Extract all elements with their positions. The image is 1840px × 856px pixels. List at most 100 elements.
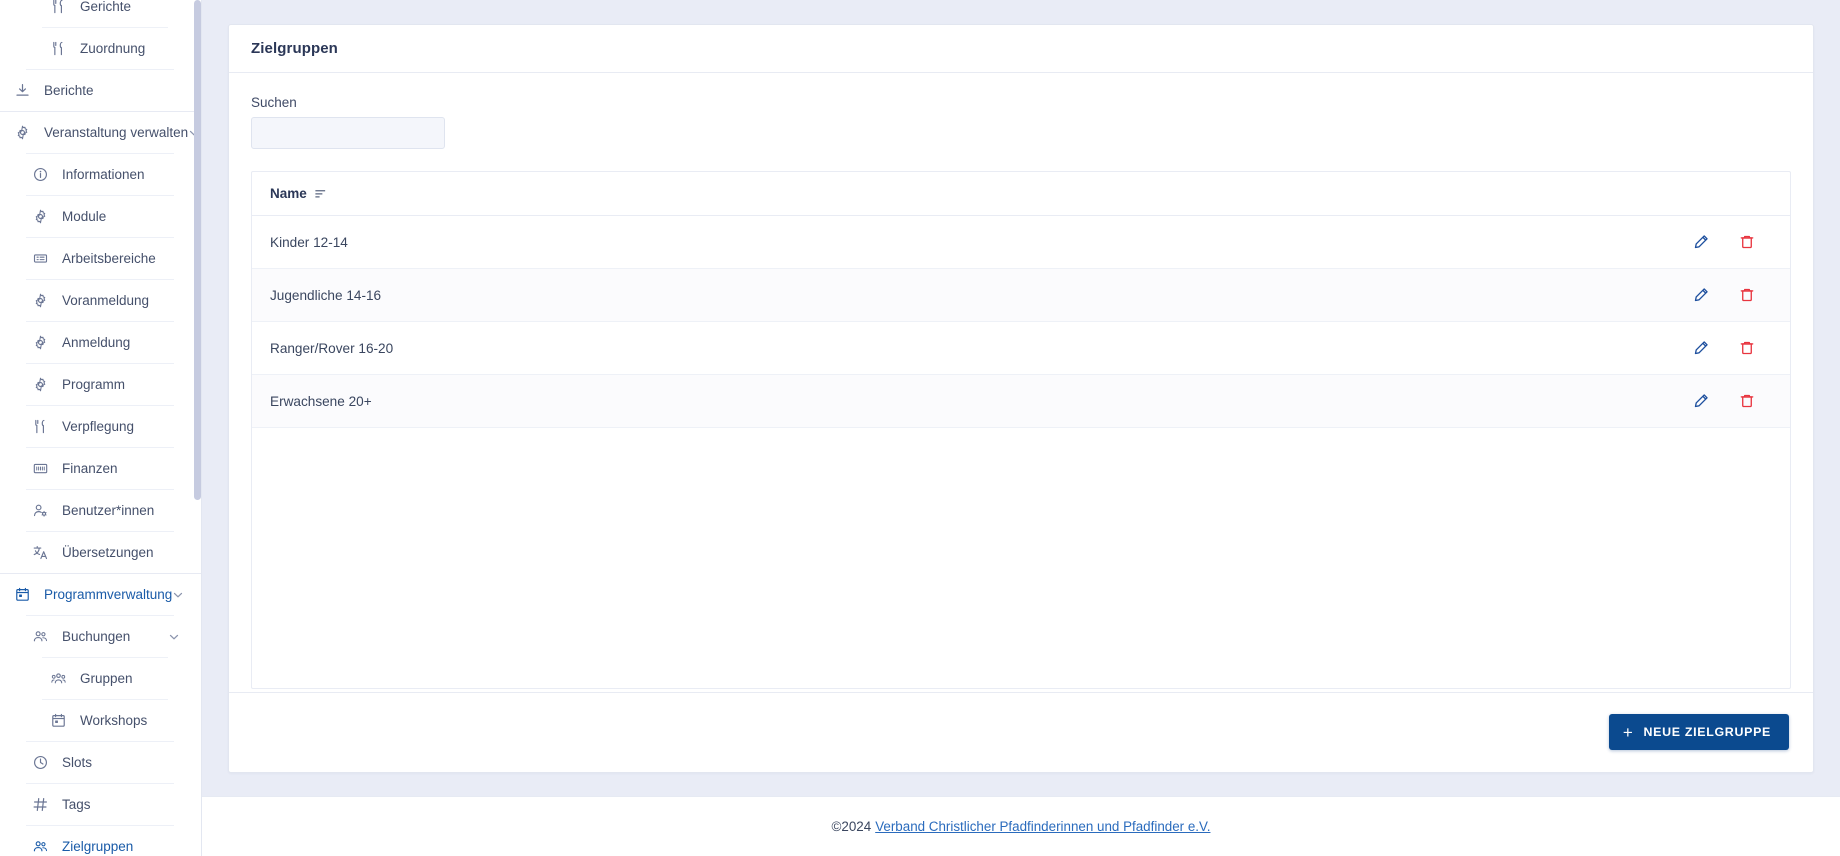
trash-icon xyxy=(1739,340,1755,356)
gear-icon xyxy=(32,208,49,225)
sidebar-item-label: Gerichte xyxy=(80,0,132,14)
sidebar-item-label: Benutzer*innen xyxy=(62,503,155,518)
calendar-icon xyxy=(14,586,31,603)
table-row[interactable]: Kinder 12-14 xyxy=(252,216,1790,269)
gear-icon xyxy=(32,292,49,309)
sidebar-item-programmverwaltung[interactable]: Programmverwaltung xyxy=(0,574,201,615)
sidebar-item-label: Gruppen xyxy=(80,671,133,686)
delete-row-button[interactable] xyxy=(1724,333,1770,363)
people-icon xyxy=(32,628,49,645)
pencil-icon xyxy=(1693,287,1709,303)
page-footer: ©2024 Verband Christlicher Pfadfinderinn… xyxy=(202,796,1840,856)
row-actions xyxy=(1678,280,1770,310)
footer-org-link[interactable]: Verband Christlicher Pfadfinderinnen und… xyxy=(875,819,1210,834)
plus-icon: + xyxy=(1622,722,1634,742)
trash-icon xyxy=(1739,234,1755,250)
sidebar-scroll-region: Gerichte Zuordnung Berichte Veranstaltung v… xyxy=(0,0,201,856)
row-actions xyxy=(1678,333,1770,363)
sidebar-item-label: Workshops xyxy=(80,713,148,728)
cell-name: Kinder 12-14 xyxy=(270,234,348,250)
footer-spacer xyxy=(228,773,1814,796)
sidebar-item-zielgruppen[interactable]: Zielgruppen xyxy=(0,826,201,856)
hash-icon xyxy=(32,796,49,813)
app-root: Gerichte Zuordnung Berichte Veranstaltung v… xyxy=(0,0,1840,856)
sidebar: Gerichte Zuordnung Berichte Veranstaltung v… xyxy=(0,0,202,856)
sidebar-item-zuordnung[interactable]: Zuordnung xyxy=(0,28,201,69)
chevron-down-icon[interactable] xyxy=(172,589,184,601)
pencil-icon xyxy=(1693,340,1709,356)
sidebar-item-label: Tags xyxy=(62,797,91,812)
delete-row-button[interactable] xyxy=(1724,227,1770,257)
sidebar-scrollbar-thumb[interactable] xyxy=(194,0,201,500)
sidebar-item-label: Buchungen xyxy=(62,629,131,644)
card-footer: + NEUE ZIELGRUPPE xyxy=(229,691,1813,772)
trash-icon xyxy=(1739,287,1755,303)
sidebar-item-gruppen[interactable]: Gruppen xyxy=(0,658,201,699)
trash-icon xyxy=(1739,393,1755,409)
row-actions xyxy=(1678,386,1770,416)
sidebar-item-verpflegung[interactable]: Verpflegung xyxy=(0,406,201,447)
main-content: Zielgruppen Suchen Name Kinder 12-14 Jug… xyxy=(202,0,1840,856)
sort-descending-icon[interactable] xyxy=(314,187,327,200)
user-cog-icon xyxy=(32,502,49,519)
sidebar-item-berichte[interactable]: Berichte xyxy=(0,70,201,111)
pencil-icon xyxy=(1693,393,1709,409)
edit-row-button[interactable] xyxy=(1678,386,1724,416)
table-row[interactable]: Jugendliche 14-16 xyxy=(252,269,1790,322)
calendar-icon xyxy=(50,712,67,729)
zielgruppen-table: Name Kinder 12-14 Jugendliche 14-16 Rang… xyxy=(251,171,1791,689)
sidebar-scrollbar-track[interactable] xyxy=(194,0,201,856)
sidebar-item-label: Berichte xyxy=(44,83,94,98)
delete-row-button[interactable] xyxy=(1724,386,1770,416)
zielgruppen-card: Zielgruppen Suchen Name Kinder 12-14 Jug… xyxy=(228,24,1814,773)
delete-row-button[interactable] xyxy=(1724,280,1770,310)
search-input[interactable] xyxy=(251,117,445,149)
footer-copyright: ©2024 xyxy=(831,819,872,834)
sidebar-item-benutzer-innen[interactable]: Benutzer*innen xyxy=(0,490,201,531)
row-actions xyxy=(1678,227,1770,257)
table-row[interactable]: Erwachsene 20+ xyxy=(252,375,1790,428)
sidebar-item-voranmeldung[interactable]: Voranmeldung xyxy=(0,280,201,321)
sidebar-item-workshops[interactable]: Workshops xyxy=(0,700,201,741)
column-header-name[interactable]: Name xyxy=(270,186,327,201)
sidebar-item-label: Zielgruppen xyxy=(62,839,134,854)
sidebar-item-label: Anmeldung xyxy=(62,335,131,350)
cell-name: Jugendliche 14-16 xyxy=(270,287,382,303)
sidebar-item-label: Veranstaltung verwalten xyxy=(44,125,189,140)
search-label: Suchen xyxy=(251,95,297,110)
sidebar-item-label: Zuordnung xyxy=(80,41,146,56)
sidebar-item-buchungen[interactable]: Buchungen xyxy=(0,616,201,657)
chevron-down-icon[interactable] xyxy=(168,631,180,643)
edit-row-button[interactable] xyxy=(1678,227,1724,257)
list-icon xyxy=(32,250,49,267)
sidebar-item-arbeitsbereiche[interactable]: Arbeitsbereiche xyxy=(0,238,201,279)
translate-icon xyxy=(32,544,49,561)
sidebar-item-informationen[interactable]: Informationen xyxy=(0,154,201,195)
sidebar-item-label: Slots xyxy=(62,755,93,770)
sidebar-item-label: Programmverwaltung xyxy=(44,587,173,602)
edit-row-button[interactable] xyxy=(1678,280,1724,310)
search-block: Suchen xyxy=(251,95,1791,149)
edit-row-button[interactable] xyxy=(1678,333,1724,363)
gear-icon xyxy=(32,376,49,393)
sidebar-item-finanzen[interactable]: Finanzen xyxy=(0,448,201,489)
pencil-icon xyxy=(1693,234,1709,250)
sidebar-item-module[interactable]: Module xyxy=(0,196,201,237)
sidebar-item-label: Informationen xyxy=(62,167,145,182)
info-icon xyxy=(32,166,49,183)
cutlery-icon xyxy=(50,40,67,57)
new-zielgruppe-button[interactable]: + NEUE ZIELGRUPPE xyxy=(1608,714,1789,751)
column-header-name-label: Name xyxy=(270,186,307,201)
table-row[interactable]: Ranger/Rover 16-20 xyxy=(252,322,1790,375)
sidebar-item-gerichte[interactable]: Gerichte xyxy=(0,0,201,27)
sidebar-item-tags[interactable]: Tags xyxy=(0,784,201,825)
table-body: Kinder 12-14 Jugendliche 14-16 Ranger/Rove… xyxy=(252,216,1790,428)
sidebar-item-bersetzungen[interactable]: Übersetzungen xyxy=(0,532,201,573)
cutlery-icon xyxy=(32,418,49,435)
sidebar-item-anmeldung[interactable]: Anmeldung xyxy=(0,322,201,363)
sidebar-item-veranstaltung-verwalten[interactable]: Veranstaltung verwalten xyxy=(0,112,201,153)
page-title: Zielgruppen xyxy=(229,25,1813,73)
new-zielgruppe-button-label: NEUE ZIELGRUPPE xyxy=(1643,725,1771,740)
sidebar-item-slots[interactable]: Slots xyxy=(0,742,201,783)
sidebar-item-programm[interactable]: Programm xyxy=(0,364,201,405)
